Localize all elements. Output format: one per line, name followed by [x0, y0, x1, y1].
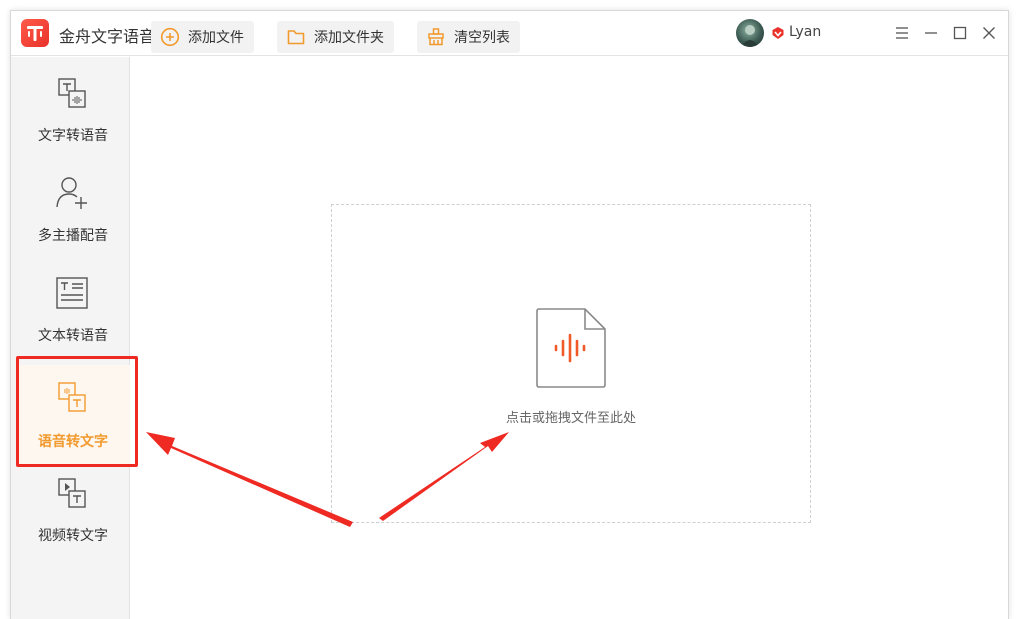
add-folder-button[interactable]: 添加文件夹: [277, 21, 394, 53]
folder-icon: [287, 30, 305, 45]
menu-icon[interactable]: [892, 23, 912, 43]
broom-icon: [428, 28, 444, 46]
video-to-text-icon: [58, 478, 86, 508]
sidebar: 文字转语音 多主播配音 文本转语音 语音转文字 视频转文字: [11, 57, 138, 619]
app-logo-icon: [21, 19, 49, 47]
sidebar-item-video-to-text[interactable]: 视频转文字: [16, 475, 130, 575]
sidebar-item-label: 文本转语音: [38, 328, 108, 344]
clear-list-label: 清空列表: [454, 30, 510, 46]
text-to-speech-icon: [58, 78, 86, 108]
close-icon[interactable]: [979, 23, 999, 43]
app-window: 金舟文字语音转换软件 Lyan 文字转语音 多主播配音 文本转语音 语音转文字 …: [10, 10, 1009, 619]
add-file-button[interactable]: 添加文件: [151, 21, 254, 53]
sidebar-item-label: 视频转文字: [38, 528, 108, 544]
file-drop-zone[interactable]: 点击或拖拽文件至此处: [331, 204, 811, 523]
clear-list-button[interactable]: 清空列表: [417, 21, 520, 53]
annotation-highlight-box: [16, 356, 138, 467]
username[interactable]: Lyan: [789, 24, 821, 40]
multi-speaker-icon: [56, 177, 87, 209]
sidebar-item-label: 文字转语音: [38, 128, 108, 144]
drop-zone-hint: 点击或拖拽文件至此处: [505, 411, 636, 426]
audio-file-icon: [536, 308, 606, 388]
minimize-icon[interactable]: [921, 23, 941, 43]
add-circle-icon: [160, 27, 180, 47]
maximize-icon[interactable]: [950, 23, 970, 43]
sidebar-item-multi-speaker[interactable]: 多主播配音: [16, 175, 130, 275]
sidebar-item-label: 多主播配音: [38, 228, 108, 244]
add-file-label: 添加文件: [188, 30, 244, 46]
document-to-speech-icon: [56, 277, 88, 309]
add-folder-label: 添加文件夹: [314, 30, 384, 46]
sidebar-item-text-to-speech[interactable]: 文字转语音: [16, 75, 130, 175]
vip-diamond-icon: [772, 27, 784, 39]
user-avatar[interactable]: [736, 19, 764, 47]
